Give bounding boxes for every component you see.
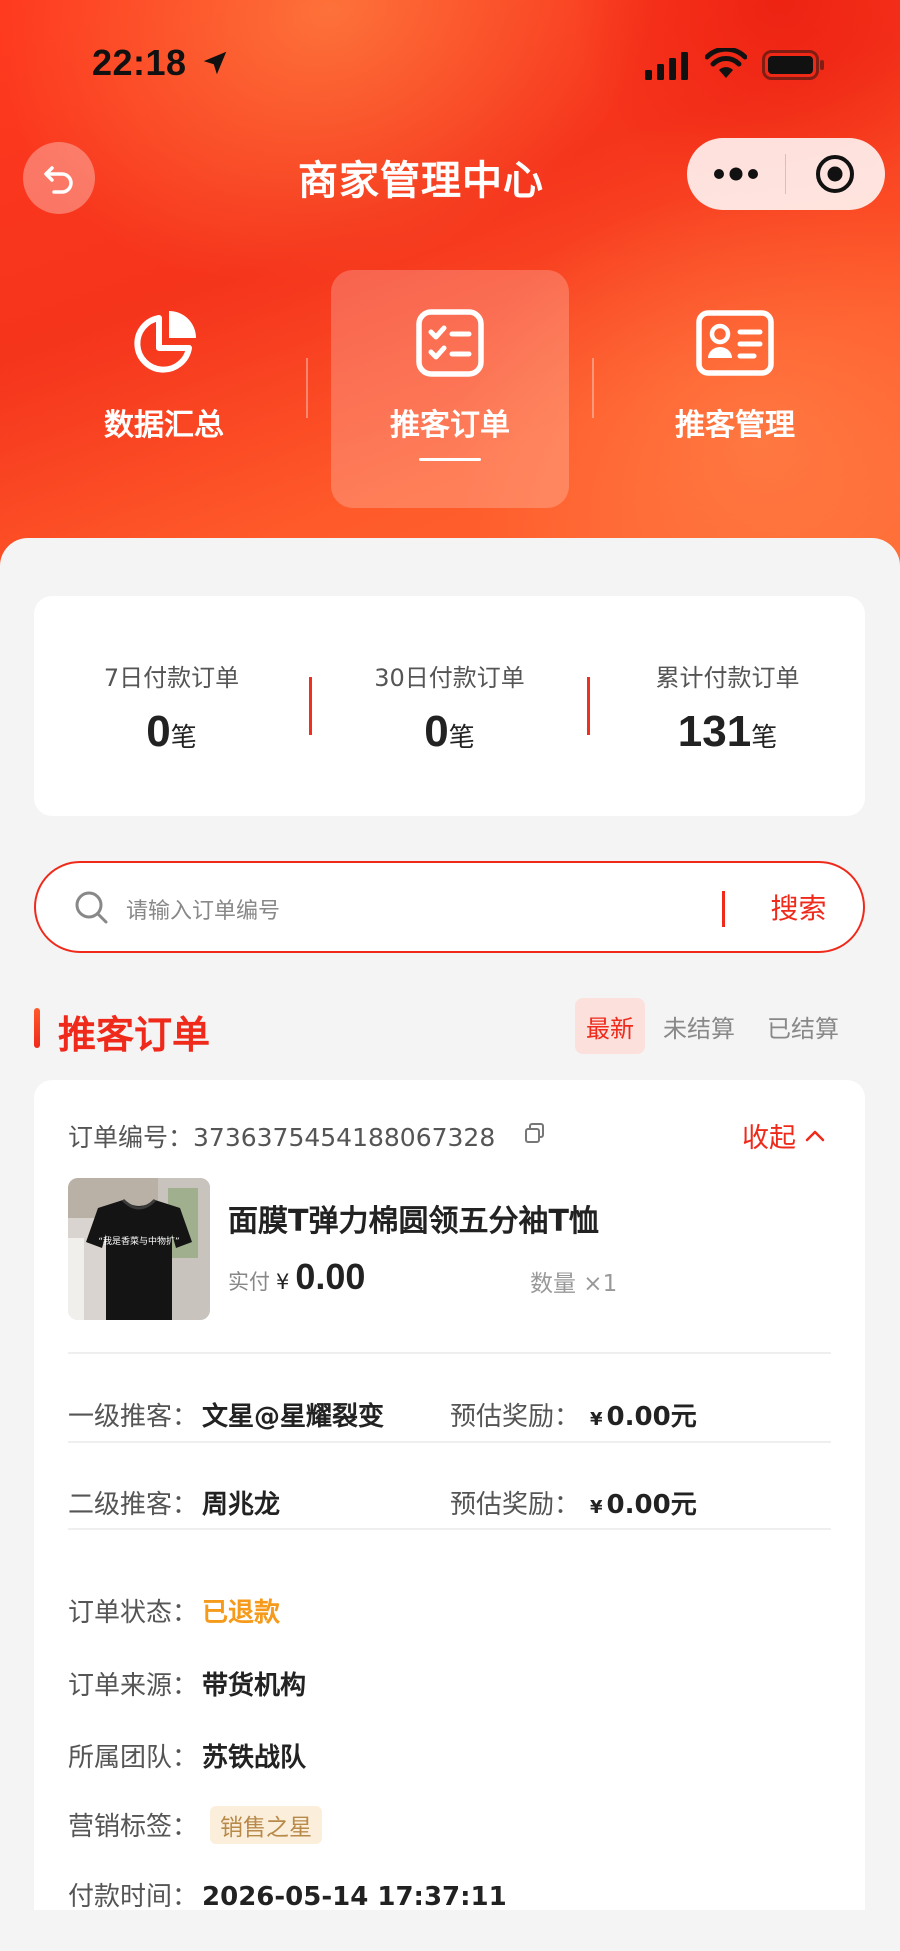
team: 所属团队： 苏铁战队	[68, 1743, 307, 1773]
collapse-button[interactable]: 收起	[742, 1116, 826, 1155]
more-button[interactable]	[687, 138, 785, 210]
order-stats-card: 7日付款订单 0笔 30日付款订单 0笔 累计付款订单 131笔	[34, 596, 865, 816]
tab-label: 数据汇总	[104, 408, 224, 443]
search-button[interactable]: 搜索	[736, 863, 861, 951]
wifi-icon	[705, 48, 747, 78]
tab-data-summary[interactable]: 数据汇总	[45, 270, 283, 508]
status-bar: 22:18	[0, 0, 900, 130]
status-badge: 已退款	[202, 1598, 281, 1628]
tab-label: 推客订单	[390, 408, 510, 443]
order-number: 订单编号：3736375454188067328	[68, 1123, 496, 1152]
battery-icon	[762, 50, 824, 80]
tab-label: 推客管理	[675, 408, 795, 443]
search-bar: 请输入订单编号 搜索	[34, 861, 865, 953]
search-input[interactable]: 请输入订单编号	[126, 893, 280, 925]
stat-7-day: 7日付款订单 0笔	[103, 664, 240, 756]
paid-amount: 实付 ¥ 0.00	[228, 1256, 366, 1297]
close-miniprogram-button[interactable]	[786, 138, 884, 210]
marketing-tag: 营销标签： 销售之星	[68, 1806, 323, 1844]
stat-total: 累计付款订单 131笔	[655, 664, 800, 756]
status-time: 22:18	[92, 42, 187, 83]
filter-latest[interactable]: 最新	[575, 998, 645, 1054]
level2-referrer: 二级推客： 周兆龙	[68, 1490, 281, 1520]
tab-referral-management[interactable]: 推客管理	[616, 270, 854, 508]
copy-icon[interactable]	[524, 1122, 546, 1144]
search-icon	[75, 891, 108, 924]
level1-referrer: 一级推客： 文星@星耀裂变	[68, 1402, 385, 1432]
filter-unsettled[interactable]: 未结算	[654, 998, 744, 1054]
checklist-icon	[416, 309, 484, 377]
cellular-signal-icon	[645, 52, 688, 80]
order-status: 订单状态： 已退款	[68, 1592, 280, 1629]
product-image[interactable]: “我是香菜与中物扩”	[68, 1178, 210, 1320]
location-arrow-icon	[203, 51, 227, 75]
section-title: 推客订单	[58, 1013, 211, 1057]
section-header: 推客订单 最新 未结算 已结算	[34, 998, 865, 1060]
more-dots-icon	[714, 167, 758, 181]
tab-referral-orders[interactable]: 推客订单	[331, 270, 569, 508]
tag-chip: 销售之星	[210, 1806, 323, 1844]
miniprogram-capsule	[687, 138, 885, 210]
chevron-up-icon	[805, 1130, 825, 1141]
pie-chart-icon	[134, 311, 196, 373]
active-tab-indicator	[419, 458, 481, 461]
payment-time: 付款时间： 2026-05-14 17:37:11	[68, 1882, 507, 1912]
id-card-icon	[696, 310, 774, 376]
svg-text:“我是香菜与中物扩”: “我是香菜与中物扩”	[98, 1235, 179, 1247]
target-circle-icon	[816, 155, 854, 193]
filter-settled[interactable]: 已结算	[756, 998, 850, 1054]
level1-reward: 预估奖励： ¥0.00元	[450, 1402, 697, 1432]
stat-30-day: 30日付款订单 0笔	[374, 664, 525, 756]
level2-reward: 预估奖励： ¥0.00元	[450, 1490, 697, 1520]
quantity: 数量 ×1	[530, 1271, 618, 1297]
order-source: 订单来源： 带货机构	[68, 1671, 307, 1701]
order-card: 订单编号：3736375454188067328 收起 “我是香菜与中物扩” 面…	[34, 1080, 865, 1912]
product-name[interactable]: 面膜T弹力棉圆领五分袖T恤	[228, 1196, 599, 1240]
